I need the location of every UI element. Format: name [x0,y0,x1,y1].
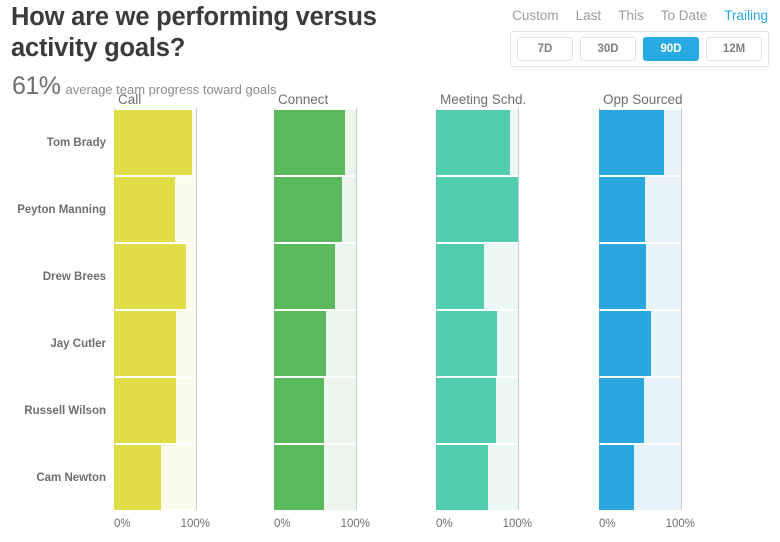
axis-label-min: 0% [436,518,453,530]
bar-track[interactable] [436,177,518,242]
axis-tick-max [356,108,357,510]
row-label: Drew Brees [43,271,106,283]
bar-track[interactable] [114,244,196,309]
date-range-tab-to-date[interactable]: To Date [661,8,708,23]
axis-label-max: 100% [341,518,370,530]
bar-track[interactable] [436,378,518,443]
bar-fill [114,177,175,242]
bar-track[interactable] [599,311,681,376]
bar-track[interactable] [436,110,518,175]
date-range-tab-last[interactable]: Last [576,8,602,23]
bar-fill [274,110,345,175]
bar-fill [114,110,192,175]
bar-track[interactable] [599,110,681,175]
bar-track[interactable] [599,445,681,510]
row-label: Peyton Manning [17,204,106,216]
column-header-meeting-schd: Meeting Schd. [440,92,526,107]
bar-track[interactable] [436,244,518,309]
bar-fill [274,244,335,309]
date-range-tab-trailing[interactable]: Trailing [724,8,768,23]
bar-fill [274,378,324,443]
bar-track[interactable] [274,110,356,175]
date-range-tab-custom[interactable]: Custom [512,8,559,23]
bar-fill [436,378,496,443]
bar-fill [274,445,324,510]
date-range-tabs: Custom Last This To Date Trailing [512,8,768,23]
row-label: Jay Cutler [50,338,106,350]
bar-fill [436,244,484,309]
bar-fill [599,110,664,175]
bar-fill [436,445,488,510]
axis-tick-max [681,108,682,510]
bar-track[interactable] [274,378,356,443]
bar-track[interactable] [114,177,196,242]
bar-fill [599,244,646,309]
dashboard-header: How are we performing versus activity go… [0,0,780,92]
bar-fill [436,311,497,376]
bar-track[interactable] [114,110,196,175]
bar-track[interactable] [599,378,681,443]
axis-label-min: 0% [599,518,616,530]
bar-track[interactable] [436,445,518,510]
bar-fill [114,244,186,309]
bar-fill [114,378,176,443]
bullet-chart-grid: Tom Brady Peyton Manning Drew Brees Jay Cut… [0,92,780,542]
bar-track[interactable] [599,244,681,309]
bar-track[interactable] [274,244,356,309]
bar-track[interactable] [274,311,356,376]
bar-fill [599,378,644,443]
date-range-button-90d[interactable]: 90D [643,37,699,61]
axis-tick-max [196,108,197,510]
axis-label-min: 0% [114,518,131,530]
page-title: How are we performing versus activity go… [11,2,411,64]
column-header-connect: Connect [278,92,328,107]
date-range-button-30d[interactable]: 30D [580,37,636,61]
bar-fill [274,311,326,376]
bar-track[interactable] [274,445,356,510]
bar-fill [436,110,510,175]
bar-fill [436,177,518,242]
bar-fill [599,311,651,376]
bar-fill [114,311,176,376]
bar-track[interactable] [114,311,196,376]
row-label: Cam Newton [36,472,106,484]
bar-track[interactable] [114,378,196,443]
axis-tick-max [518,108,519,510]
date-range-button-7d[interactable]: 7D [517,37,573,61]
date-range-button-group: 7D 30D 90D 12M [510,31,769,67]
axis-label-max: 100% [503,518,532,530]
row-label: Tom Brady [47,137,106,149]
bar-track[interactable] [114,445,196,510]
bar-fill [274,177,342,242]
row-label: Russell Wilson [24,405,106,417]
axis-label-min: 0% [274,518,291,530]
bar-track[interactable] [599,177,681,242]
date-range-button-12m[interactable]: 12M [706,37,762,61]
column-header-call: Call [118,92,141,107]
date-range-tab-this[interactable]: This [618,8,644,23]
axis-label-max: 100% [181,518,210,530]
bar-fill [114,445,161,510]
bar-fill [599,177,645,242]
axis-label-max: 100% [666,518,695,530]
column-header-opp-sourced: Opp Sourced [603,92,683,107]
bar-track[interactable] [274,177,356,242]
bar-track[interactable] [436,311,518,376]
bar-fill [599,445,634,510]
